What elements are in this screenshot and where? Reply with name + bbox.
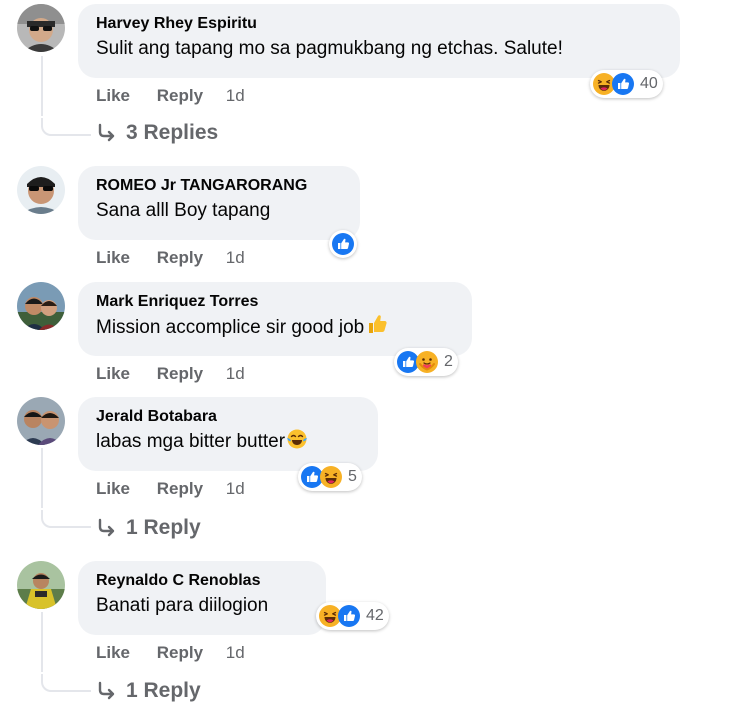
reaction-count: 42: [366, 607, 384, 624]
tears-of-joy-emoji-icon: [286, 428, 308, 459]
reaction-summary[interactable]: [329, 230, 357, 258]
comment-actions: Like Reply 1d: [96, 86, 245, 106]
comment-bubble: ROMEO Jr TANGARORANG Sana alll Boy tapan…: [78, 166, 360, 240]
comment-actions: Like Reply 1d: [96, 643, 245, 663]
view-replies-link[interactable]: 1 Reply: [96, 516, 201, 540]
replies-label: 3 Replies: [126, 121, 219, 144]
comment-actions: Like Reply 1d: [96, 479, 245, 499]
comment-text: Sulit ang tapang mo sa pagmukbang ng etc…: [96, 38, 563, 59]
reaction-count: 40: [640, 75, 658, 92]
reply-arrow-icon: [96, 122, 118, 144]
thread-elbow: [41, 118, 91, 136]
like-link[interactable]: Like: [96, 364, 130, 384]
comment-text: labas mga bitter butter: [96, 428, 360, 459]
view-replies-link[interactable]: 3 Replies: [96, 121, 218, 145]
comment-author[interactable]: Harvey Rhey Espiritu: [96, 13, 662, 35]
reaction-summary[interactable]: 40: [590, 70, 663, 98]
comment-timestamp[interactable]: 1d: [226, 86, 245, 106]
care-reaction-icon: [416, 351, 438, 373]
reply-link[interactable]: Reply: [157, 86, 203, 106]
thread-line: [41, 448, 43, 508]
avatar[interactable]: [17, 561, 65, 609]
reaction-count: 2: [444, 353, 453, 370]
reply-link[interactable]: Reply: [157, 248, 203, 268]
comment-actions: Like Reply 1d: [96, 248, 245, 268]
replies-label: 1 Reply: [126, 516, 201, 539]
reaction-count: 5: [348, 468, 357, 485]
avatar[interactable]: [17, 166, 65, 214]
comment-timestamp[interactable]: 1d: [226, 248, 245, 268]
comment-author[interactable]: Jerald Botabara: [96, 406, 360, 428]
reply-arrow-icon: [96, 680, 118, 702]
comment-text: Sana alll Boy tapang: [96, 200, 271, 221]
thread-line: [41, 612, 43, 672]
like-reaction-icon: [612, 73, 634, 95]
like-reaction-icon: [338, 605, 360, 627]
comment-timestamp[interactable]: 1d: [226, 364, 245, 384]
like-link[interactable]: Like: [96, 479, 130, 499]
reply-link[interactable]: Reply: [157, 364, 203, 384]
comment-bubble: Reynaldo C Renoblas Banati para diilogio…: [78, 561, 326, 635]
reply-arrow-icon: [96, 517, 118, 539]
like-link[interactable]: Like: [96, 248, 130, 268]
comment-bubble: Harvey Rhey Espiritu Sulit ang tapang mo…: [78, 4, 680, 78]
comment-text: Banati para diilogion: [96, 595, 269, 616]
avatar[interactable]: [17, 4, 65, 52]
comment-author[interactable]: Mark Enriquez Torres: [96, 291, 454, 313]
reaction-summary[interactable]: 5: [298, 463, 362, 491]
reaction-summary[interactable]: 42: [316, 602, 389, 630]
like-reaction-icon: [332, 233, 354, 255]
comment-text-content: labas mga bitter butter: [96, 431, 286, 452]
comment-timestamp[interactable]: 1d: [226, 479, 245, 499]
comment-text-content: Mission accomplice sir good job: [96, 317, 365, 338]
view-replies-link[interactable]: 1 Reply: [96, 679, 201, 703]
avatar[interactable]: [17, 397, 65, 445]
haha-reaction-icon: [320, 466, 342, 488]
avatar[interactable]: [17, 282, 65, 330]
comment-actions: Like Reply 1d: [96, 364, 245, 384]
comment-bubble: Jerald Botabara labas mga bitter butter: [78, 397, 378, 471]
replies-label: 1 Reply: [126, 679, 201, 702]
comment-bubble: Mark Enriquez Torres Mission accomplice …: [78, 282, 472, 356]
reply-link[interactable]: Reply: [157, 643, 203, 663]
reply-link[interactable]: Reply: [157, 479, 203, 499]
like-link[interactable]: Like: [96, 86, 130, 106]
like-link[interactable]: Like: [96, 643, 130, 663]
thread-line: [41, 56, 43, 116]
thread-elbow: [41, 674, 91, 692]
thread-elbow: [41, 510, 91, 528]
thumbs-up-emoji-icon: [366, 313, 388, 344]
comment-author[interactable]: ROMEO Jr TANGARORANG: [96, 175, 342, 197]
reaction-summary[interactable]: 2: [394, 348, 458, 376]
comment-text: Mission accomplice sir good job: [96, 313, 454, 344]
comment-timestamp[interactable]: 1d: [226, 643, 245, 663]
comment-author[interactable]: Reynaldo C Renoblas: [96, 570, 308, 592]
